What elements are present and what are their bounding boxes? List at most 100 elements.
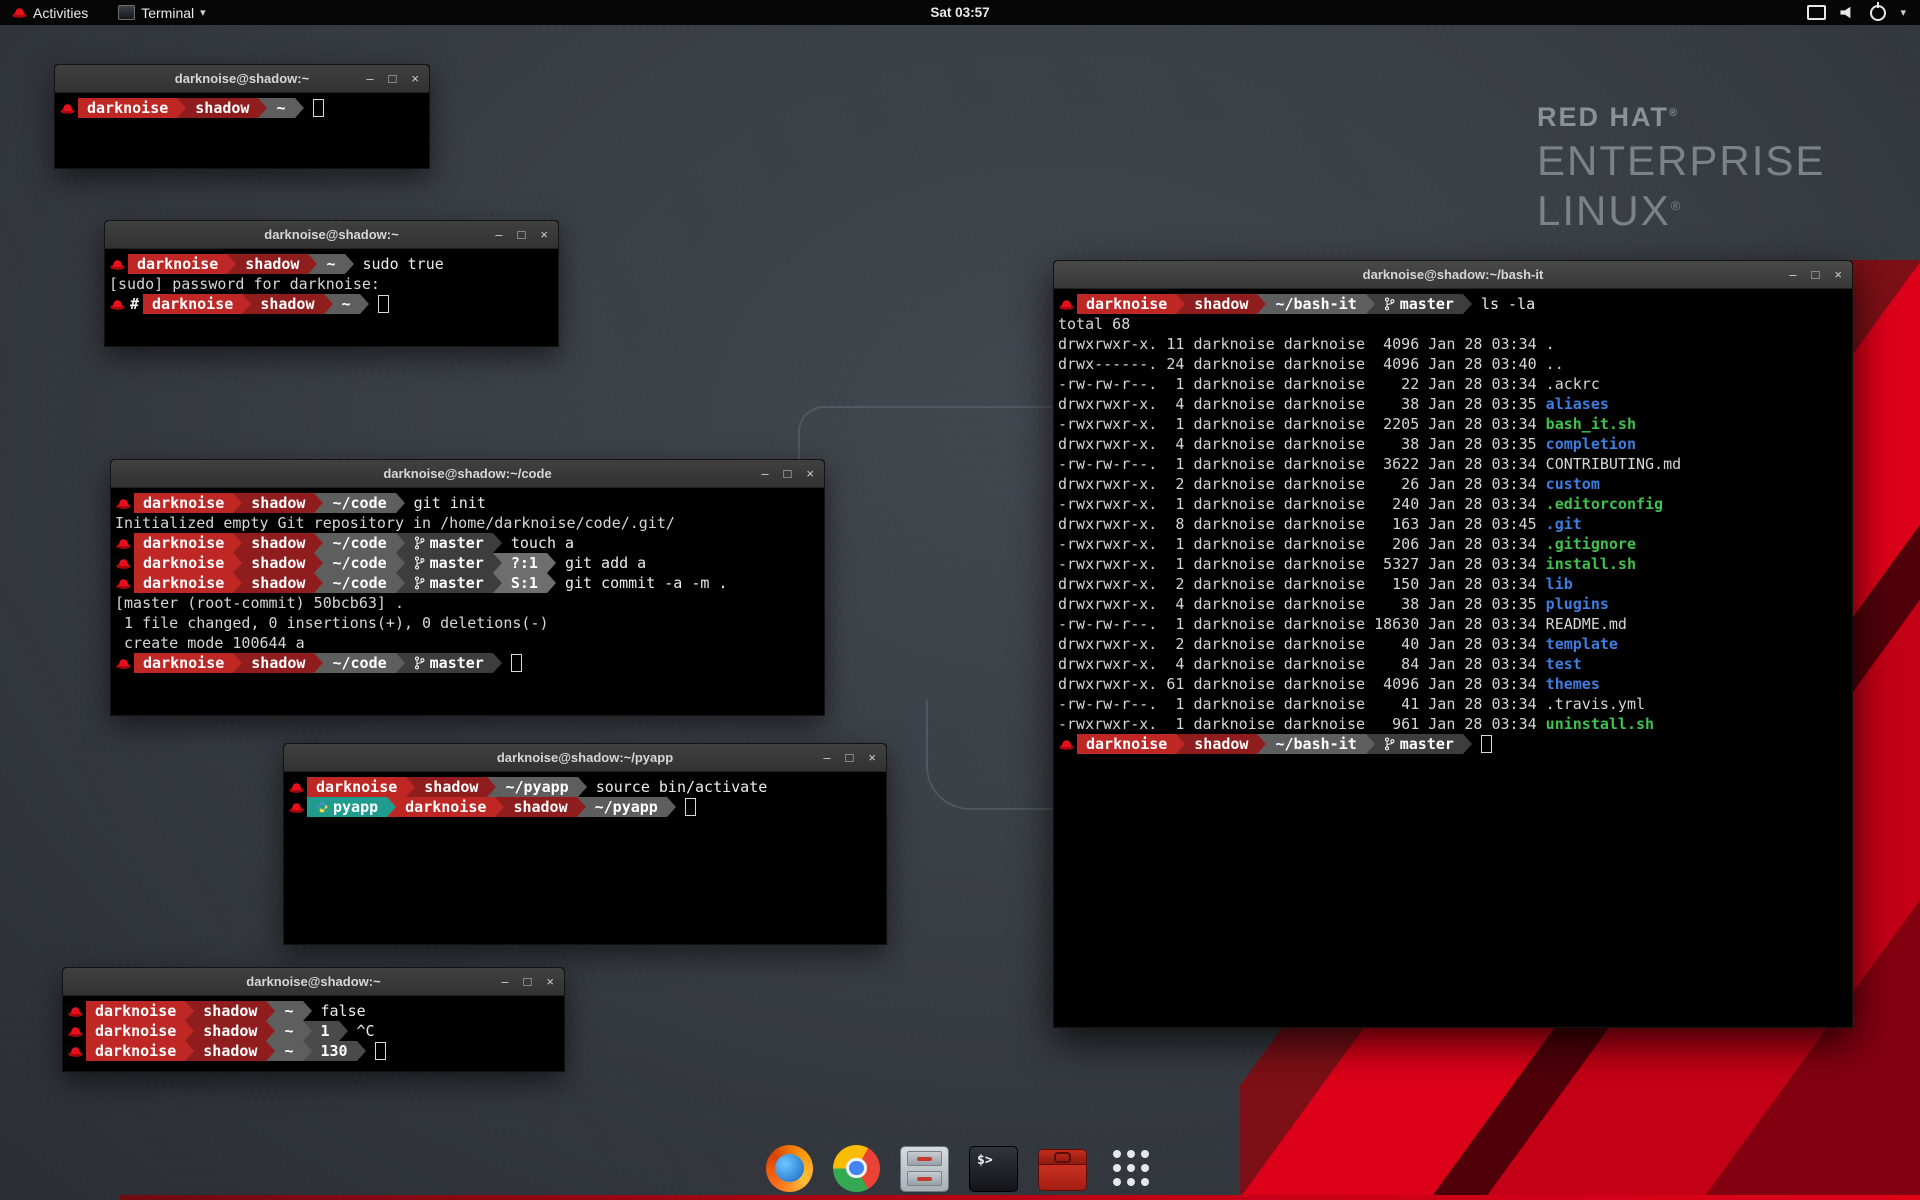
maximize-button[interactable]: □ [1812,268,1820,281]
close-button[interactable]: × [540,228,548,241]
cabinet-drawer [907,1171,943,1185]
powerline-separator-icon [266,1041,275,1061]
prompt-segment-host: shadow [194,1001,266,1021]
powerline-separator-icon [495,797,504,817]
clock[interactable]: Sat 03:57 [930,5,989,20]
powerline-separator-icon [185,1001,194,1021]
terminal-window-term-bashit[interactable]: darknoise@shadow:~/bash-it–□×darknoisesh… [1053,260,1853,1028]
prompt-segment-path: ~ [267,98,294,118]
terminal-cursor [685,798,696,816]
redhat-icon [67,1001,86,1021]
minimize-button[interactable]: – [495,228,502,241]
app-menu-terminal[interactable]: Terminal ▾ [114,5,209,21]
terminal-output-line: [master (root-commit) 50bcb63] . [115,593,822,613]
powerline-separator-icon [266,1021,275,1041]
output-text: drwxrwxr-x. 8 darknoise darknoise 163 Ja… [1058,515,1546,533]
system-status-area[interactable]: ▾ [1807,5,1920,21]
maximize-button[interactable]: □ [518,228,526,241]
cabinet-drawer [907,1151,943,1165]
window-titlebar[interactable]: darknoise@shadow:~/pyapp–□× [284,744,886,772]
prompt-segment-user: darknoise [134,573,233,593]
window-titlebar[interactable]: darknoise@shadow:~ – □ × [55,65,429,93]
close-button[interactable]: × [546,975,554,988]
maximize-button[interactable]: □ [784,467,792,480]
minimize-button[interactable]: – [501,975,508,988]
window-title: darknoise@shadow:~ [264,227,398,242]
dock-chrome-icon[interactable] [833,1145,880,1192]
prompt-segment-git: master [405,573,493,593]
terminal-body[interactable]: darknoiseshadow~sudo true[sudo] password… [105,249,558,346]
terminal-window-term-code[interactable]: darknoise@shadow:~/code–□×darknoiseshado… [110,459,825,716]
output-text: [master (root-commit) 50bcb63] . [115,594,404,612]
prompt-segment-host: shadow [1185,294,1257,314]
terminal-prompt-line: darknoiseshadow~/codegit init [115,493,822,513]
terminal-window-term-home-top[interactable]: darknoise@shadow:~ – □ × darknoiseshadow~ [54,64,430,169]
terminal-window-term-exit[interactable]: darknoise@shadow:~–□×darknoiseshadow~fal… [62,967,565,1072]
prompt-segment-user: darknoise [86,1021,185,1041]
close-button[interactable]: × [1834,268,1842,281]
terminal-prompt-line: darknoiseshadow~/codemasterS:1git commit… [115,573,822,593]
maximize-button[interactable]: □ [846,751,854,764]
powerline-separator-icon [242,294,251,314]
prompt-segment-path: ~/pyapp [496,777,577,797]
output-text: -rw-rw-r--. 1 darknoise darknoise 18630 … [1058,615,1546,633]
terminal-prompt-line: darknoiseshadow~/pyappsource bin/activat… [288,777,884,797]
terminal-cursor [375,1042,386,1060]
window-titlebar[interactable]: darknoise@shadow:~ – □ × [105,221,558,249]
minimize-button[interactable]: – [1789,268,1796,281]
minimize-button[interactable]: – [366,72,373,85]
terminal-window-term-pyapp[interactable]: darknoise@shadow:~/pyapp–□×darknoiseshad… [283,743,887,945]
terminal-output-line: create mode 100644 a [115,633,822,653]
redhat-icon [109,294,128,314]
window-title: darknoise@shadow:~ [175,71,309,86]
close-button[interactable]: × [411,72,419,85]
output-text: create mode 100644 a [115,634,305,652]
terminal-prompt-line: darknoiseshadow~/bash-itmasterls -la [1058,294,1850,314]
output-text: -rwxrwxr-x. 1 darknoise darknoise 2205 J… [1058,415,1546,433]
activities-label: Activities [33,5,88,21]
powerline-separator-icon [339,1021,348,1041]
terminal-prompt-line: darknoiseshadow~/codemaster?:1git add a [115,553,822,573]
file-name: aliases [1546,395,1609,413]
window-titlebar[interactable]: darknoise@shadow:~–□× [63,968,564,996]
terminal-window-term-sudo[interactable]: darknoise@shadow:~ – □ × darknoiseshadow~sud… [104,220,559,347]
activities-button[interactable]: Activities [8,5,92,21]
output-text: -rwxrwxr-x. 1 darknoise darknoise 206 Ja… [1058,535,1546,553]
terminal-body[interactable]: darknoiseshadow~/pyappsource bin/activat… [284,772,886,944]
prompt-segment-user: darknoise [307,777,406,797]
dock-terminal-icon[interactable]: $> [969,1146,1018,1192]
dock-firefox-icon[interactable] [766,1145,813,1192]
powerline-separator-icon [1257,734,1266,754]
powerline-separator-icon [547,553,556,573]
maximize-button[interactable]: □ [389,72,397,85]
close-button[interactable]: × [868,751,876,764]
powerline-separator-icon [387,797,396,817]
output-text: .travis.yml [1546,695,1645,713]
redhat-icon [109,254,128,274]
terminal-body[interactable]: darknoiseshadow~falsedarknoiseshadow~1^C… [63,996,564,1071]
window-titlebar[interactable]: darknoise@shadow:~/code–□× [111,460,824,488]
close-button[interactable]: × [806,467,814,480]
terminal-icon [118,5,135,20]
powerline-separator-icon [308,254,317,274]
minimize-button[interactable]: – [761,467,768,480]
terminal-body[interactable]: darknoiseshadow~ [55,93,429,168]
minimize-button[interactable]: – [823,751,830,764]
terminal-body[interactable]: darknoiseshadow~/codegit initInitialized… [111,488,824,715]
prompt-segment-user: darknoise [78,98,177,118]
window-titlebar[interactable]: darknoise@shadow:~/bash-it–□× [1054,261,1852,289]
output-text: total 68 [1058,315,1130,333]
prompt-segment-path: ~/code [323,573,395,593]
grid-dots [1113,1150,1149,1186]
powerline-separator-icon [578,777,587,797]
prompt-segment-git: master [405,533,493,553]
maximize-button[interactable]: □ [524,975,532,988]
terminal-output-line: -rw-rw-r--. 1 darknoise darknoise 18630 … [1058,614,1850,634]
dock-show-applications-icon[interactable] [1107,1145,1154,1192]
terminal-cursor [511,654,522,672]
command-text: false [321,1001,366,1021]
terminal-body[interactable]: darknoiseshadow~/bash-itmasterls -latota… [1054,289,1852,1027]
powerline-separator-icon [314,653,323,673]
dock-file-cabinet-icon[interactable] [900,1146,949,1192]
dock-toolbox-icon[interactable] [1038,1149,1087,1191]
